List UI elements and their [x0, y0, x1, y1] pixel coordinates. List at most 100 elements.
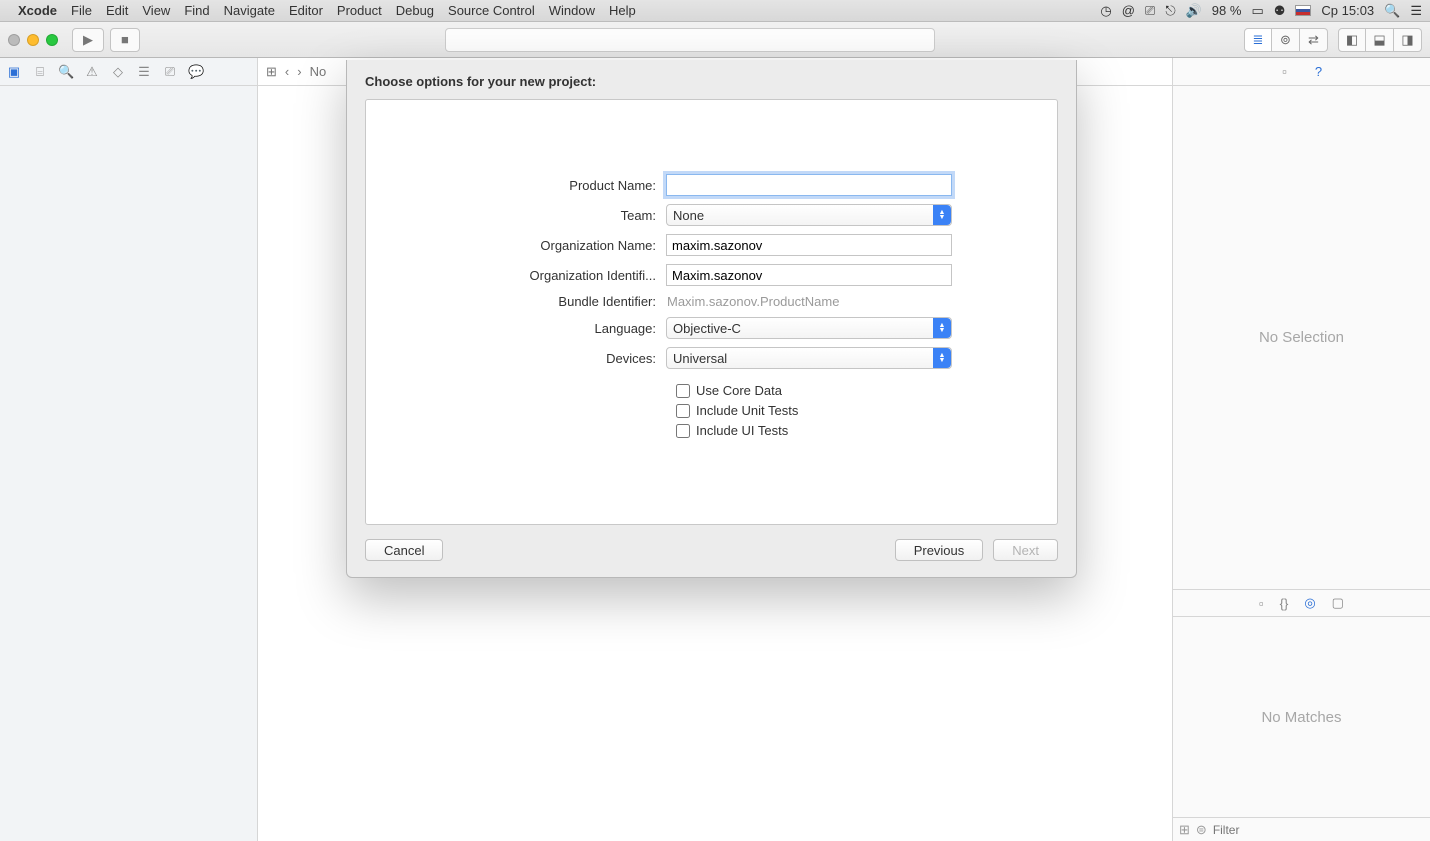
- devices-select[interactable]: Universal ▲▼: [666, 347, 952, 369]
- standard-editor-button[interactable]: ≣: [1244, 28, 1272, 52]
- unit-tests-checkbox-row[interactable]: Include Unit Tests: [676, 403, 1017, 418]
- dropdown-arrow-icon: ▲▼: [933, 318, 951, 338]
- new-project-sheet: Choose options for your new project: Pro…: [346, 60, 1077, 578]
- menu-source-control[interactable]: Source Control: [448, 3, 535, 18]
- library-selector-bar: ▫ {} ◎ ▢: [1173, 589, 1430, 617]
- file-inspector-icon[interactable]: ▫: [1277, 64, 1293, 79]
- menu-edit[interactable]: Edit: [106, 3, 128, 18]
- menu-view[interactable]: View: [142, 3, 170, 18]
- minimize-window-button[interactable]: [27, 34, 39, 46]
- panel-toggle-group: ◧ ⬓ ◨: [1338, 28, 1422, 52]
- wifi-icon[interactable]: ⚉: [1274, 3, 1286, 19]
- menu-bar: Xcode File Edit View Find Navigate Edito…: [0, 0, 1430, 22]
- next-button[interactable]: Next: [993, 539, 1058, 561]
- bundle-id-label: Bundle Identifier:: [406, 294, 666, 309]
- language-label: Language:: [406, 321, 666, 336]
- team-select-value: None: [673, 208, 704, 223]
- issue-navigator-icon[interactable]: ⚠: [84, 64, 100, 80]
- debug-navigator-icon[interactable]: ☰: [136, 64, 152, 80]
- breakpoint-navigator-icon[interactable]: ⎚: [162, 64, 178, 80]
- org-name-input[interactable]: [666, 234, 952, 256]
- symbol-navigator-icon[interactable]: ⌸: [32, 64, 48, 80]
- menu-product[interactable]: Product: [337, 3, 382, 18]
- object-library-icon[interactable]: ◎: [1304, 595, 1315, 611]
- navigator-selector-bar: ▣ ⌸ 🔍 ⚠ ◇ ☰ ⎚ 💬: [0, 58, 257, 86]
- inspector-selector-bar: ▫ ?: [1173, 58, 1430, 86]
- toggle-debug-button[interactable]: ⬓: [1366, 28, 1394, 52]
- grid-view-icon[interactable]: ⊞: [1179, 822, 1190, 838]
- language-select-value: Objective-C: [673, 321, 741, 336]
- menu-find[interactable]: Find: [184, 3, 209, 18]
- battery-icon[interactable]: ▭: [1251, 3, 1263, 19]
- run-button[interactable]: ▶: [72, 28, 104, 52]
- clock-status-icon[interactable]: ◷: [1100, 3, 1111, 19]
- menu-editor[interactable]: Editor: [289, 3, 323, 18]
- at-status-icon[interactable]: @: [1122, 3, 1135, 18]
- devices-label: Devices:: [406, 351, 666, 366]
- test-navigator-icon[interactable]: ◇: [110, 64, 126, 80]
- assistant-editor-button[interactable]: ⊚: [1272, 28, 1300, 52]
- related-items-icon[interactable]: ⊞: [266, 64, 277, 80]
- bluetooth-icon[interactable]: ⎋: [1165, 3, 1175, 19]
- unit-tests-checkbox[interactable]: [676, 404, 690, 418]
- org-name-label: Organization Name:: [406, 238, 666, 253]
- menu-debug[interactable]: Debug: [396, 3, 434, 18]
- previous-button[interactable]: Previous: [895, 539, 984, 561]
- quick-help-icon[interactable]: ?: [1311, 64, 1327, 79]
- library-filter-bar: ⊞ ⊜: [1173, 817, 1430, 841]
- clock-text[interactable]: Ср 15:03: [1321, 3, 1374, 18]
- report-navigator-icon[interactable]: 💬: [188, 64, 204, 80]
- jump-bar-path[interactable]: No: [310, 64, 327, 79]
- sheet-form: Product Name: Team: None ▲▼ Organization…: [365, 99, 1058, 525]
- zoom-window-button[interactable]: [46, 34, 58, 46]
- find-navigator-icon[interactable]: 🔍: [58, 64, 74, 80]
- unit-tests-label: Include Unit Tests: [696, 403, 798, 418]
- org-id-input[interactable]: [666, 264, 952, 286]
- display-icon[interactable]: ⎚: [1145, 3, 1155, 19]
- forward-icon[interactable]: ›: [297, 64, 301, 79]
- dropdown-arrow-icon: ▲▼: [933, 205, 951, 225]
- filter-icon: ⊜: [1196, 822, 1207, 838]
- team-label: Team:: [406, 208, 666, 223]
- no-selection-label: No Selection: [1173, 86, 1430, 589]
- toggle-navigator-button[interactable]: ◧: [1338, 28, 1366, 52]
- product-name-label: Product Name:: [406, 178, 666, 193]
- close-window-button[interactable]: [8, 34, 20, 46]
- notification-center-icon[interactable]: ☰: [1410, 3, 1422, 19]
- code-snippet-library-icon[interactable]: {}: [1280, 596, 1289, 611]
- stop-button[interactable]: ■: [110, 28, 140, 52]
- toggle-utilities-button[interactable]: ◨: [1394, 28, 1422, 52]
- window-controls: [8, 34, 58, 46]
- editor-mode-group: ≣ ⊚ ⇄: [1244, 28, 1328, 52]
- menu-file[interactable]: File: [71, 3, 92, 18]
- ui-tests-checkbox-row[interactable]: Include UI Tests: [676, 423, 1017, 438]
- back-icon[interactable]: ‹: [285, 64, 289, 79]
- project-navigator-icon[interactable]: ▣: [6, 64, 22, 80]
- dropdown-arrow-icon: ▲▼: [933, 348, 951, 368]
- utilities-panel: ▫ ? No Selection ▫ {} ◎ ▢ No Matches ⊞ ⊜: [1172, 58, 1430, 841]
- no-matches-label: No Matches: [1173, 617, 1430, 817]
- cancel-button[interactable]: Cancel: [365, 539, 443, 561]
- menu-help[interactable]: Help: [609, 3, 636, 18]
- team-select[interactable]: None ▲▼: [666, 204, 952, 226]
- org-id-label: Organization Identifi...: [406, 268, 666, 283]
- app-menu[interactable]: Xcode: [18, 3, 57, 18]
- menu-navigate[interactable]: Navigate: [224, 3, 275, 18]
- core-data-checkbox-row[interactable]: Use Core Data: [676, 383, 1017, 398]
- core-data-label: Use Core Data: [696, 383, 782, 398]
- library-filter-input[interactable]: [1213, 823, 1424, 837]
- ui-tests-checkbox[interactable]: [676, 424, 690, 438]
- core-data-checkbox[interactable]: [676, 384, 690, 398]
- spotlight-icon[interactable]: 🔍: [1384, 3, 1400, 19]
- menu-window[interactable]: Window: [549, 3, 595, 18]
- file-template-library-icon[interactable]: ▫: [1259, 596, 1264, 611]
- toolbar: ▶ ■ ≣ ⊚ ⇄ ◧ ⬓ ◨: [0, 22, 1430, 58]
- battery-text: 98 %: [1212, 3, 1242, 18]
- version-editor-button[interactable]: ⇄: [1300, 28, 1328, 52]
- volume-icon[interactable]: 🔊: [1186, 3, 1202, 19]
- ui-tests-label: Include UI Tests: [696, 423, 788, 438]
- language-select[interactable]: Objective-C ▲▼: [666, 317, 952, 339]
- product-name-input[interactable]: [666, 174, 952, 196]
- media-library-icon[interactable]: ▢: [1332, 595, 1344, 611]
- input-flag-icon[interactable]: [1295, 5, 1311, 16]
